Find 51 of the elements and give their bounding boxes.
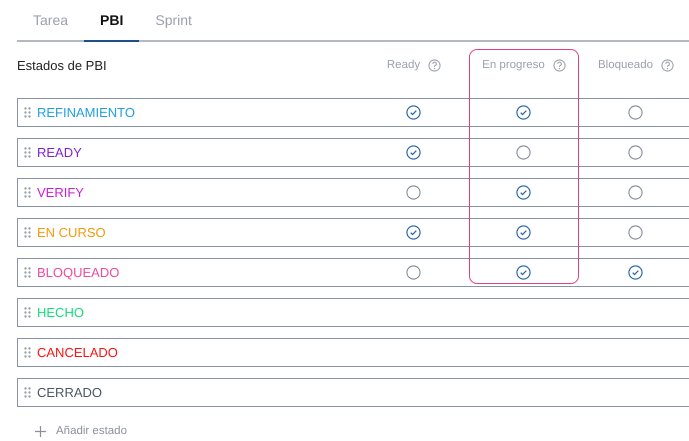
state-row[interactable]: REFINAMIENTO	[17, 98, 689, 127]
empty-circle-icon[interactable]	[406, 265, 420, 280]
drag-handle-icon[interactable]	[24, 307, 31, 318]
state-name: CANCELADO	[37, 345, 118, 360]
state-row[interactable]: CERRADO	[17, 378, 689, 407]
state-name: VERIFY	[37, 185, 84, 200]
column-header: Bloqueado	[598, 59, 653, 71]
checked-circle-icon[interactable]	[516, 185, 530, 200]
tab[interactable]: Tarea	[17, 0, 84, 42]
state-name: CERRADO	[37, 385, 102, 400]
empty-circle-icon[interactable]	[628, 185, 642, 200]
drag-handle-icon[interactable]	[24, 107, 31, 118]
state-name: REFINAMIENTO	[37, 105, 135, 120]
state-name: BLOQUEADO	[37, 265, 120, 280]
checked-circle-icon[interactable]	[628, 265, 642, 280]
column-header: En progreso	[482, 59, 545, 71]
drag-handle-icon[interactable]	[24, 347, 31, 358]
tab[interactable]: PBI	[84, 0, 140, 42]
help-icon	[661, 58, 674, 72]
checked-circle-icon[interactable]	[516, 105, 530, 120]
empty-circle-icon[interactable]	[628, 105, 642, 120]
plus-icon	[35, 426, 46, 436]
state-name: READY	[37, 145, 82, 160]
state-row[interactable]: READY	[17, 138, 689, 167]
drag-handle-icon[interactable]	[24, 147, 31, 158]
empty-circle-icon[interactable]	[628, 225, 642, 240]
empty-circle-icon[interactable]	[516, 145, 530, 160]
section-title: Estados de PBI	[17, 58, 108, 72]
state-row[interactable]: HECHO	[17, 298, 689, 327]
checked-circle-icon[interactable]	[406, 145, 420, 160]
add-state-button[interactable]: Añadir estado	[35, 425, 127, 437]
checked-circle-icon[interactable]	[516, 225, 530, 240]
state-row[interactable]: BLOQUEADO	[17, 258, 689, 287]
drag-handle-icon[interactable]	[24, 267, 31, 278]
checked-circle-icon[interactable]	[406, 105, 420, 120]
drag-handle-icon[interactable]	[24, 187, 31, 198]
drag-handle-icon[interactable]	[24, 227, 31, 238]
drag-handle-icon[interactable]	[24, 387, 31, 398]
tab[interactable]: Sprint	[139, 0, 208, 42]
help-icon	[552, 58, 566, 72]
state-row[interactable]: VERIFY	[17, 178, 689, 207]
state-row[interactable]: CANCELADO	[17, 338, 689, 367]
checked-circle-icon[interactable]	[406, 225, 420, 240]
empty-circle-icon[interactable]	[628, 145, 642, 160]
state-row[interactable]: EN CURSO	[17, 218, 689, 247]
state-name: EN CURSO	[37, 225, 106, 240]
checked-circle-icon[interactable]	[516, 265, 530, 280]
column-header: Ready	[386, 59, 420, 71]
help-icon	[428, 58, 442, 72]
empty-circle-icon[interactable]	[406, 185, 420, 200]
state-name: HECHO	[37, 305, 84, 320]
